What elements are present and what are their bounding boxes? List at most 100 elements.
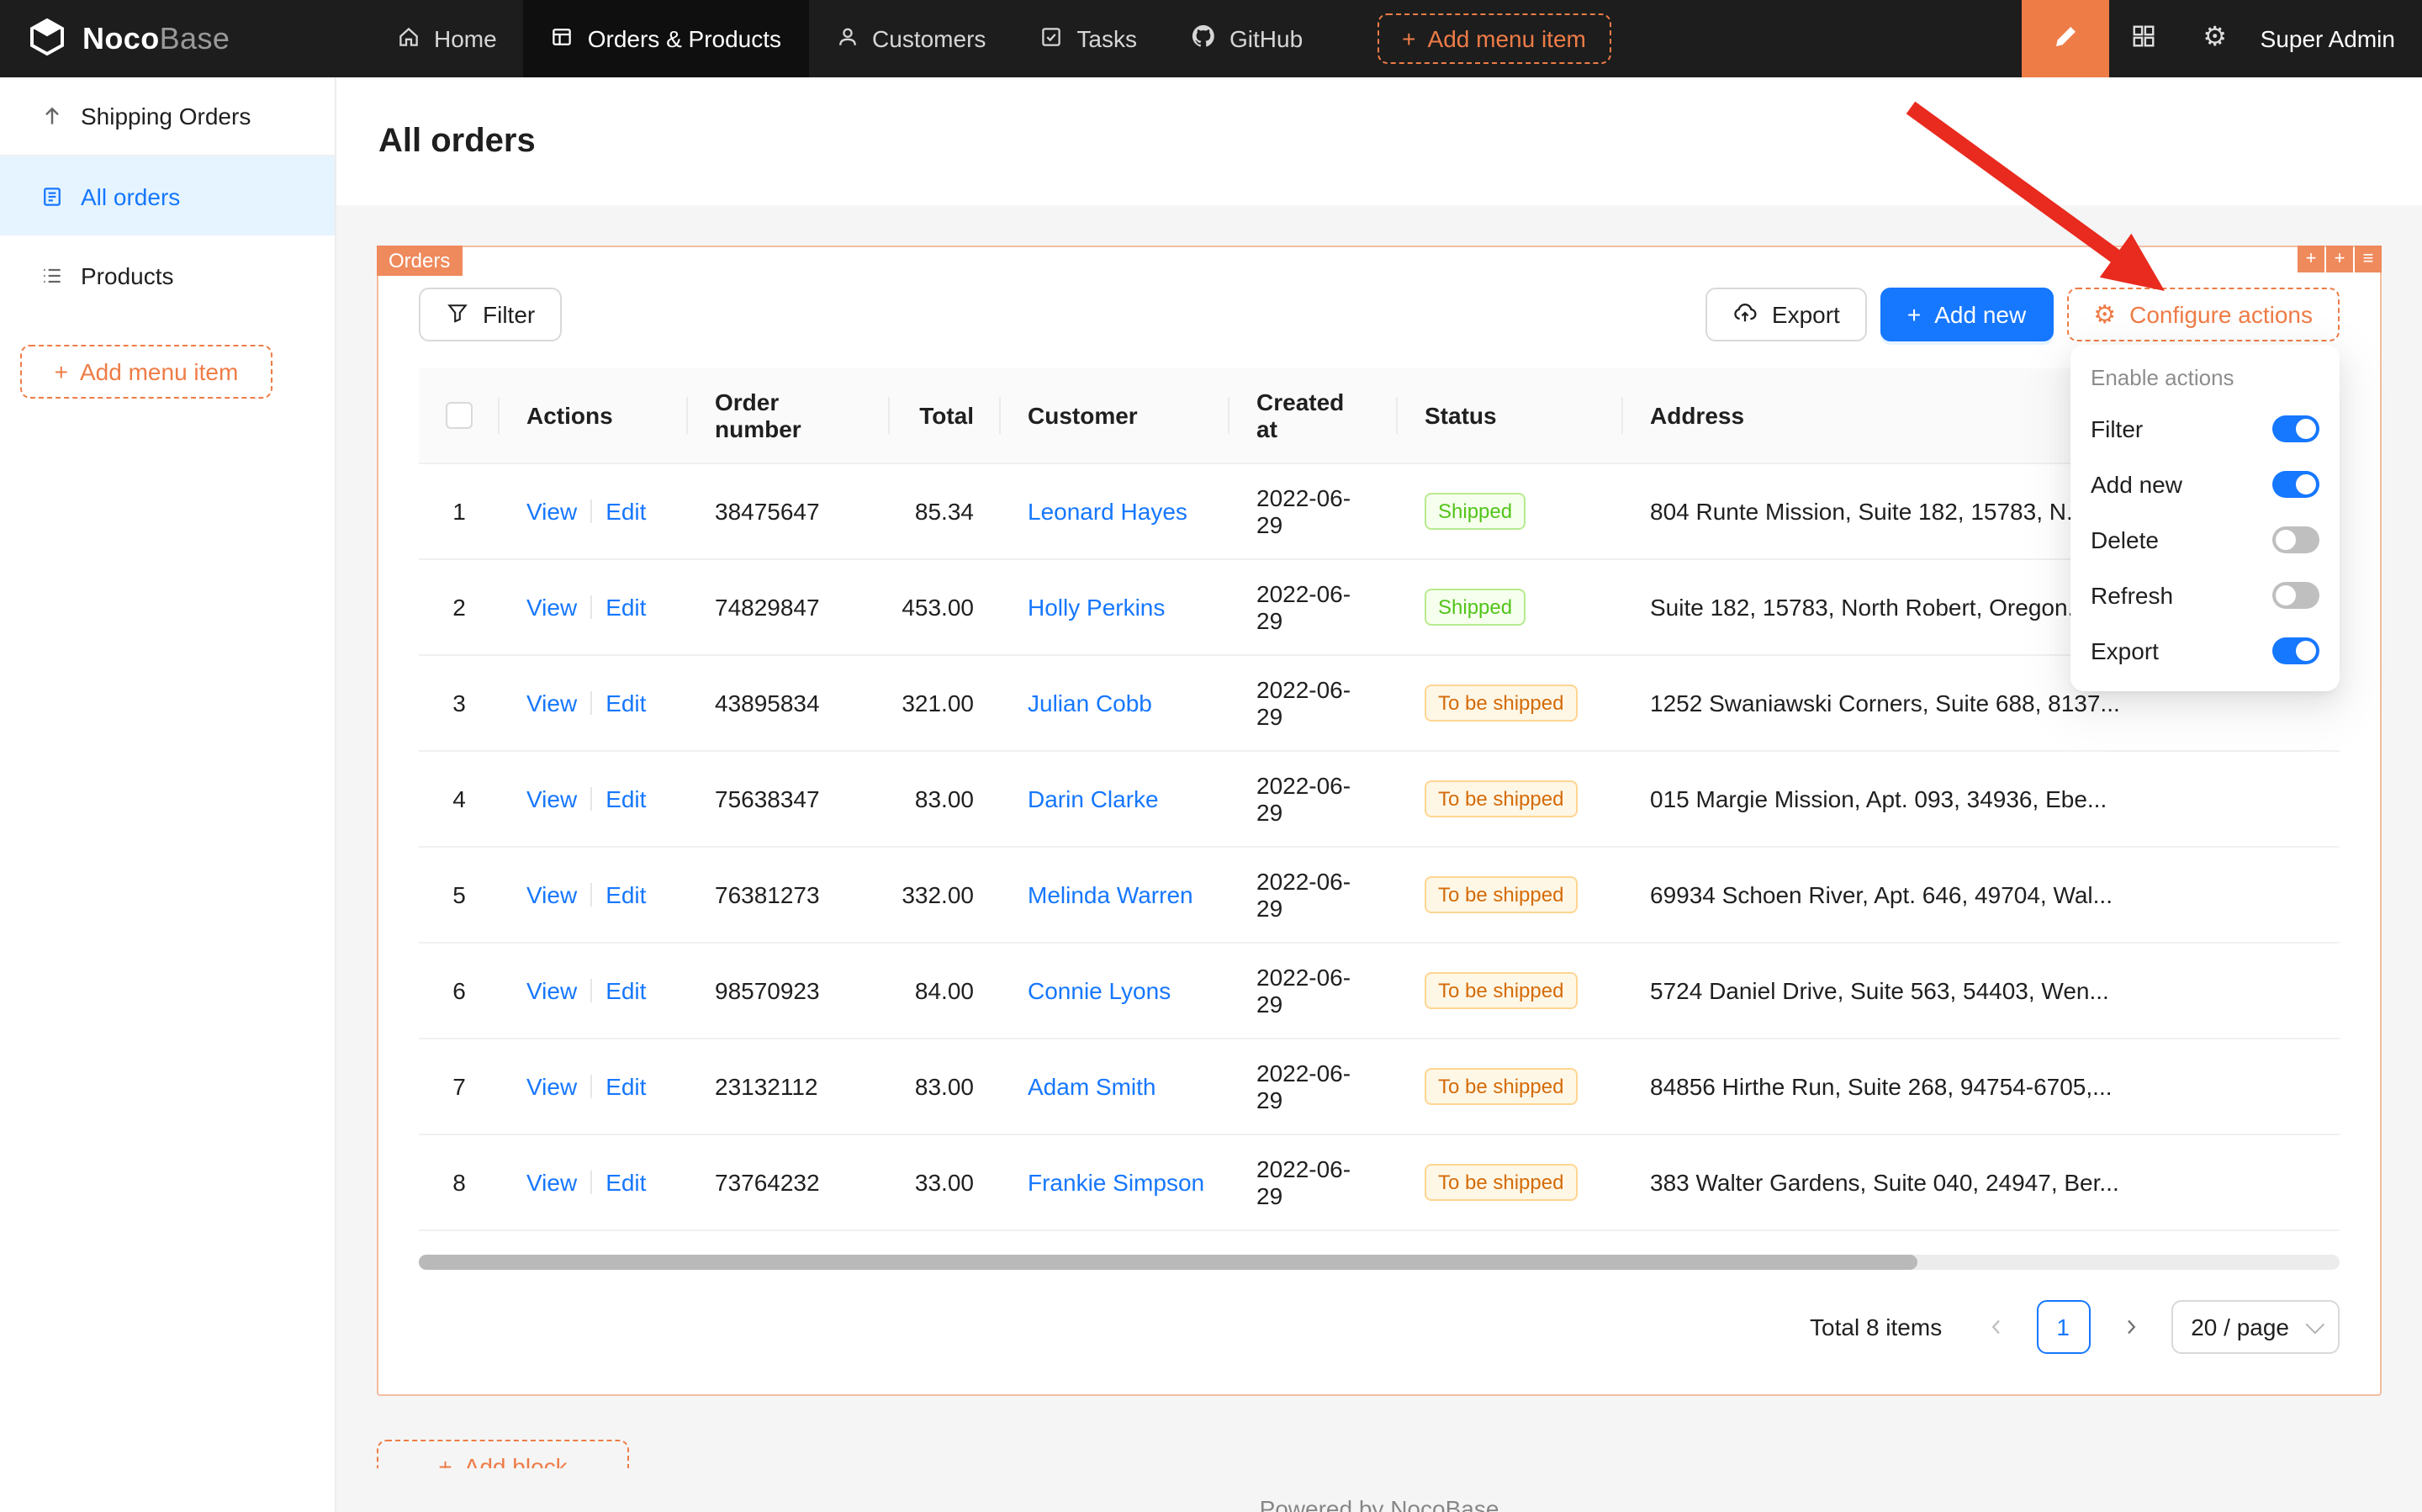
customer-link[interactable]: Darin Clarke bbox=[1028, 785, 1159, 812]
gear-icon: ⚙ bbox=[2203, 25, 2227, 52]
table-row: 4 ViewEdit 75638347 83.00 Darin Clarke 2… bbox=[419, 752, 2340, 848]
toggle-row-add-new[interactable]: Add new bbox=[2091, 456, 2319, 511]
ui-editor-toggle-button[interactable] bbox=[2022, 0, 2109, 77]
row-index: 1 bbox=[419, 464, 500, 558]
home-icon bbox=[397, 24, 420, 53]
row-index: 7 bbox=[419, 1039, 500, 1134]
nav-item-tasks[interactable]: Tasks bbox=[1013, 0, 1164, 77]
orders-products-icon bbox=[551, 24, 574, 53]
filter-button[interactable]: Filter bbox=[419, 288, 562, 341]
view-link[interactable]: View bbox=[526, 498, 577, 525]
order-number-cell: 75638347 bbox=[688, 752, 890, 846]
block-menu-icon[interactable]: ≡ bbox=[2355, 246, 2382, 272]
add-menu-item-button-sidebar[interactable]: + Add menu item bbox=[20, 345, 272, 399]
view-link[interactable]: View bbox=[526, 785, 577, 812]
total-cell: 83.00 bbox=[890, 752, 1001, 846]
view-link[interactable]: View bbox=[526, 1073, 577, 1100]
pagination-total: Total 8 items bbox=[1810, 1314, 1942, 1340]
dropdown-title: Enable actions bbox=[2091, 365, 2319, 390]
plugin-manager-button[interactable] bbox=[2109, 0, 2180, 77]
gear-icon: ⚙ bbox=[2093, 302, 2116, 327]
created-at-cell: 2022-06-29 bbox=[1230, 752, 1398, 846]
page-number-button[interactable]: 1 bbox=[2036, 1300, 2090, 1354]
customer-link[interactable]: Leonard Hayes bbox=[1028, 498, 1187, 525]
edit-link[interactable]: Edit bbox=[606, 785, 646, 812]
created-at-cell: 2022-06-29 bbox=[1230, 1135, 1398, 1229]
view-link[interactable]: View bbox=[526, 881, 577, 908]
customer-link[interactable]: Frankie Simpson bbox=[1028, 1169, 1204, 1196]
export-button[interactable]: Export bbox=[1706, 288, 1867, 341]
column-header-actions: Actions bbox=[500, 368, 688, 463]
nav-item-orders-products[interactable]: Orders & Products bbox=[524, 0, 808, 77]
page-size-select[interactable]: 20 / page bbox=[2171, 1300, 2340, 1354]
customer-link[interactable]: Adam Smith bbox=[1028, 1073, 1156, 1100]
user-menu[interactable]: Super Admin bbox=[2250, 0, 2422, 77]
nav-item-customers[interactable]: Customers bbox=[808, 0, 1013, 77]
filter-toggle-switch[interactable] bbox=[2272, 415, 2319, 441]
customer-link[interactable]: Melinda Warren bbox=[1028, 881, 1193, 908]
block-collection-tag: Orders bbox=[377, 246, 462, 276]
nav-item-home[interactable]: Home bbox=[370, 0, 524, 77]
view-link[interactable]: View bbox=[526, 977, 577, 1004]
add-menu-item-button-top[interactable]: + Add menu item bbox=[1377, 13, 1611, 64]
sidebar-item-shipping-orders[interactable]: Shipping Orders bbox=[0, 77, 335, 156]
view-link[interactable]: View bbox=[526, 594, 577, 621]
horizontal-scrollbar[interactable] bbox=[419, 1255, 2340, 1270]
edit-link[interactable]: Edit bbox=[606, 594, 646, 621]
customer-link[interactable]: Connie Lyons bbox=[1028, 977, 1171, 1004]
pen-icon bbox=[2052, 23, 2079, 55]
table-row: 3 ViewEdit 43895834 321.00 Julian Cobb 2… bbox=[419, 656, 2340, 752]
select-all-checkbox[interactable] bbox=[446, 402, 473, 429]
next-page-button[interactable] bbox=[2103, 1300, 2157, 1354]
total-cell: 453.00 bbox=[890, 560, 1001, 654]
edit-link[interactable]: Edit bbox=[606, 498, 646, 525]
export-cloud-icon bbox=[1733, 299, 1758, 330]
plus-icon: + bbox=[438, 1453, 452, 1468]
view-link[interactable]: View bbox=[526, 690, 577, 716]
toggle-row-export[interactable]: Export bbox=[2091, 622, 2319, 678]
refresh-toggle-switch[interactable] bbox=[2272, 581, 2319, 608]
toggle-row-delete[interactable]: Delete bbox=[2091, 511, 2319, 567]
page-content: Orders + + ≡ Filter bbox=[336, 205, 2422, 1512]
settings-button[interactable]: ⚙ bbox=[2180, 0, 2250, 77]
created-at-cell: 2022-06-29 bbox=[1230, 656, 1398, 750]
add-block-button[interactable]: + Add block bbox=[377, 1440, 629, 1468]
total-cell: 85.34 bbox=[890, 464, 1001, 558]
nocobase-logo[interactable]: NocoBase bbox=[0, 0, 336, 77]
order-number-cell: 76381273 bbox=[688, 848, 890, 942]
block-add-icon[interactable]: + bbox=[2326, 246, 2353, 272]
add-new-toggle-switch[interactable] bbox=[2272, 470, 2319, 497]
sidebar-item-all-orders[interactable]: All orders bbox=[0, 156, 335, 235]
block-add-icon[interactable]: + bbox=[2298, 246, 2324, 272]
order-number-cell: 23132112 bbox=[688, 1039, 890, 1134]
edit-link[interactable]: Edit bbox=[606, 690, 646, 716]
configure-actions-button[interactable]: ⚙ Configure actions bbox=[2066, 288, 2340, 341]
sidebar-item-products[interactable]: Products bbox=[0, 235, 335, 315]
total-cell: 84.00 bbox=[890, 944, 1001, 1038]
view-link[interactable]: View bbox=[526, 1169, 577, 1196]
export-toggle-switch[interactable] bbox=[2272, 637, 2319, 663]
plus-icon: + bbox=[1402, 25, 1415, 52]
customer-link[interactable]: Holly Perkins bbox=[1028, 594, 1165, 621]
status-badge: To be shipped bbox=[1425, 1068, 1577, 1105]
orders-table-block: Orders + + ≡ Filter bbox=[377, 246, 2382, 1396]
status-badge: To be shipped bbox=[1425, 780, 1577, 817]
toggle-row-filter[interactable]: Filter bbox=[2091, 400, 2319, 456]
prev-page-button[interactable] bbox=[1969, 1300, 2023, 1354]
toggle-row-refresh[interactable]: Refresh bbox=[2091, 567, 2319, 622]
edit-link[interactable]: Edit bbox=[606, 1169, 646, 1196]
delete-toggle-switch[interactable] bbox=[2272, 526, 2319, 552]
nav-item-github[interactable]: GitHub bbox=[1164, 0, 1330, 77]
customer-link[interactable]: Julian Cobb bbox=[1028, 690, 1152, 716]
add-new-button[interactable]: + Add new bbox=[1880, 288, 2053, 341]
scrollbar-thumb[interactable] bbox=[419, 1255, 1917, 1270]
brand-text: NocoBase bbox=[82, 21, 230, 56]
order-number-cell: 98570923 bbox=[688, 944, 890, 1038]
created-at-cell: 2022-06-29 bbox=[1230, 944, 1398, 1038]
edit-link[interactable]: Edit bbox=[606, 881, 646, 908]
status-badge: To be shipped bbox=[1425, 972, 1577, 1009]
page-header: All orders bbox=[336, 77, 2422, 205]
edit-link[interactable]: Edit bbox=[606, 1073, 646, 1100]
column-header-total: Total bbox=[890, 368, 1001, 463]
edit-link[interactable]: Edit bbox=[606, 977, 646, 1004]
